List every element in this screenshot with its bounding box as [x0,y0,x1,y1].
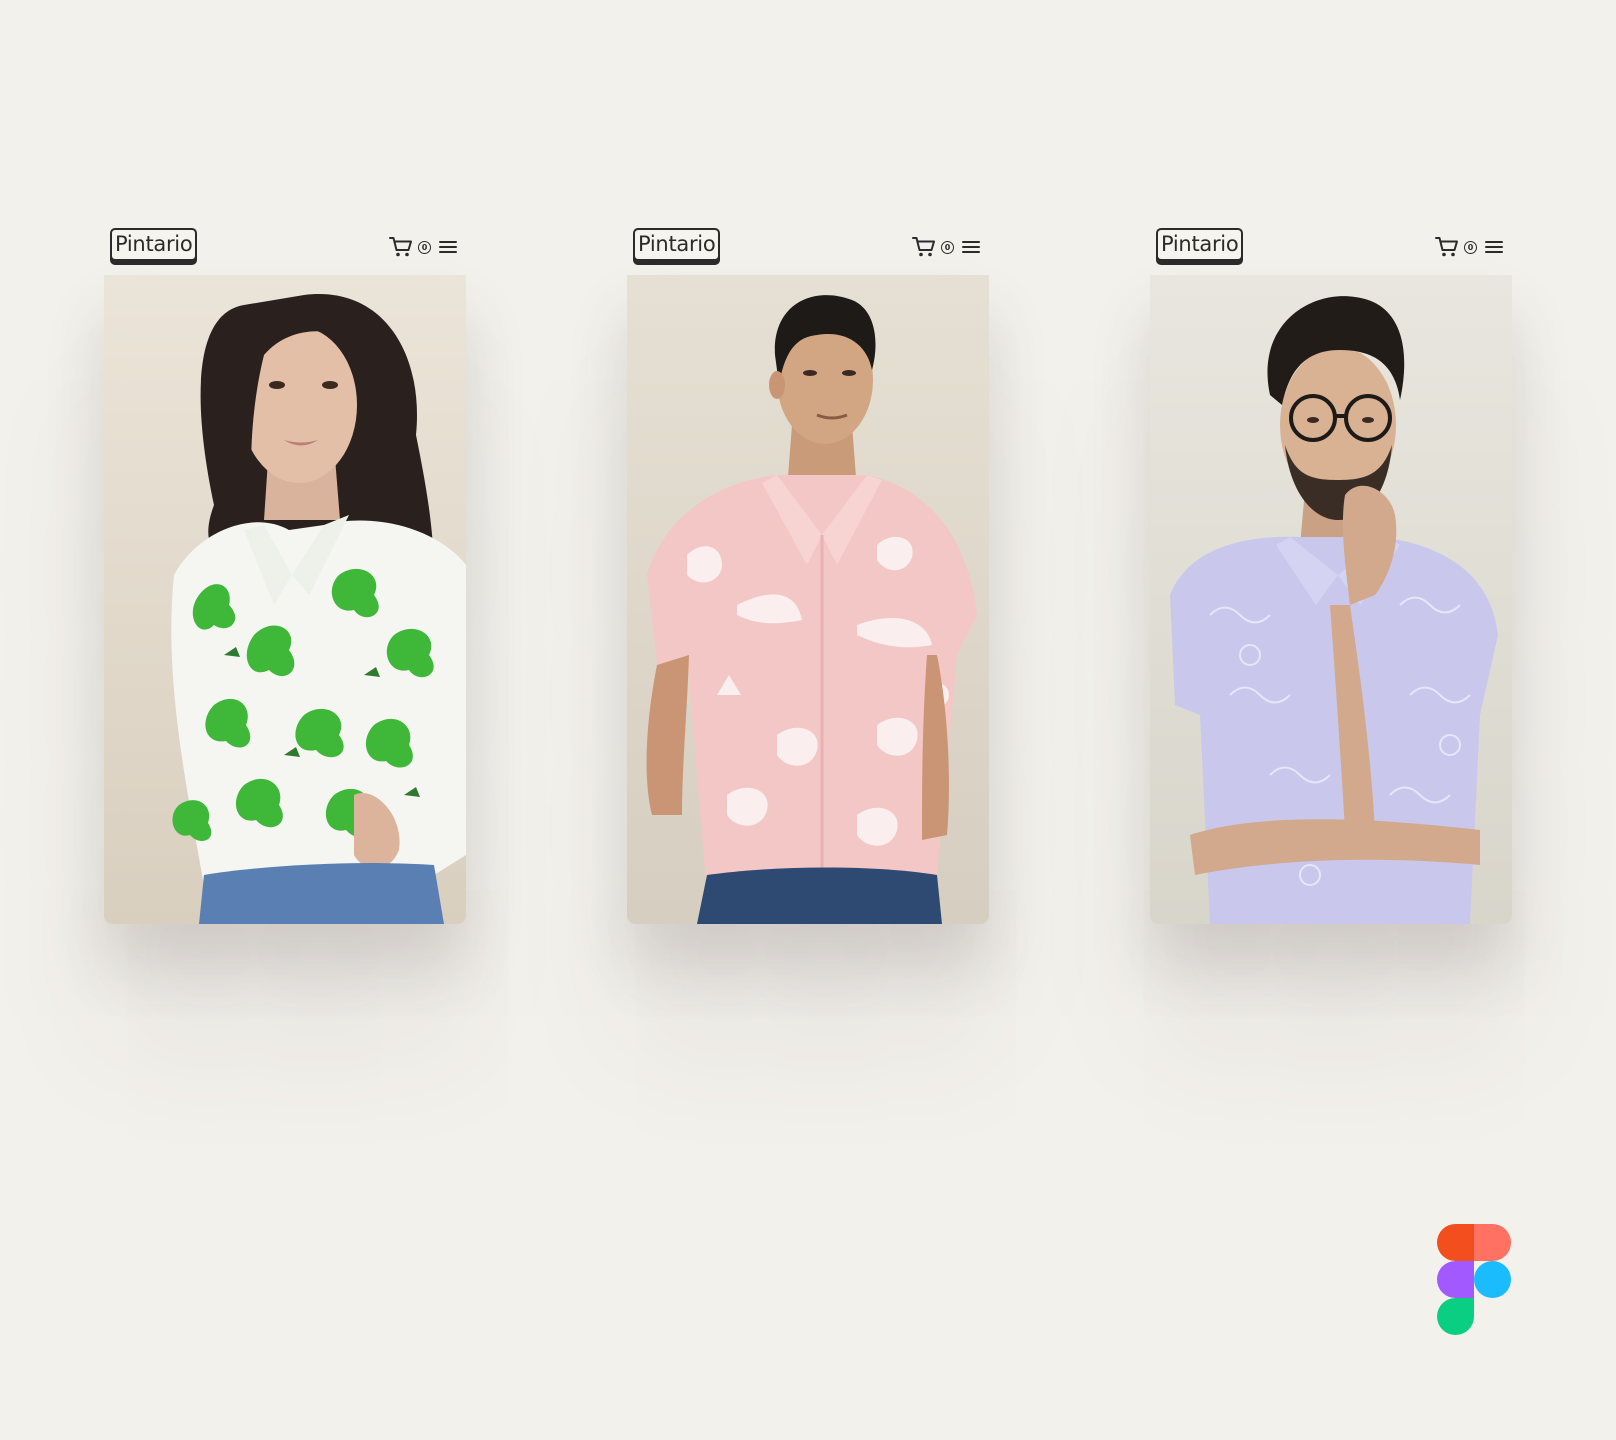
cart-icon[interactable] [912,236,936,258]
cart-icon[interactable] [389,236,413,258]
cart-icon[interactable] [1435,236,1459,258]
header: Pintario 0 [627,222,989,262]
model-photo[interactable] [104,275,466,924]
model-photo[interactable] [627,275,989,924]
header: Pintario 0 [1150,222,1512,262]
header-actions: 0 [912,236,981,258]
header-actions: 0 [1435,236,1504,258]
mobile-screen-1: Pintario 0 [104,222,466,924]
mobile-screen-3: Pintario 0 [1150,222,1512,924]
figma-logo-segment [1437,1261,1474,1298]
figma-logo-segment [1474,1261,1511,1298]
brand-logo[interactable]: Pintario [1156,228,1244,261]
header: Pintario 0 [104,222,466,262]
figma-logo-segment [1437,1298,1474,1335]
brand-logo[interactable]: Pintario [633,228,721,261]
model-photo[interactable] [1150,275,1512,924]
brand-logo[interactable]: Pintario [110,228,198,261]
figma-logo-segment [1474,1224,1511,1261]
cart-count-badge: 0 [1464,240,1477,254]
cart-count-badge: 0 [418,240,431,254]
figma-logo-segment [1437,1224,1474,1261]
figma-logo-icon [1437,1224,1511,1335]
header-actions: 0 [389,236,458,258]
mobile-screen-2: Pintario 0 [627,222,989,924]
cart-count-badge: 0 [941,240,954,254]
hamburger-menu-icon[interactable] [961,239,981,255]
hamburger-menu-icon[interactable] [438,239,458,255]
hamburger-menu-icon[interactable] [1484,239,1504,255]
